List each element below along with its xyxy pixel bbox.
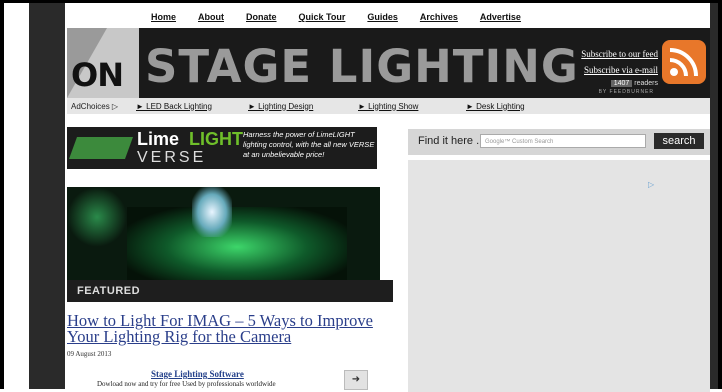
adchoices-icon[interactable]: ▷ [648,180,654,189]
ad-link-lighting-design[interactable]: ► Lighting Design [248,102,358,111]
nav-home[interactable]: Home [151,12,176,26]
nav-about[interactable]: About [198,12,224,26]
nav-donate[interactable]: Donate [246,12,277,26]
nav-guides[interactable]: Guides [367,12,398,26]
top-navigation: Home About Donate Quick Tour Guides Arch… [151,12,543,26]
reader-count: 1407 [610,80,633,87]
subscribe-feed-link[interactable]: Subscribe to our feed [581,46,658,62]
site-header: ON STAGE LIGHTING Subscribe to our feed … [67,28,710,98]
usb-device-image [68,137,134,159]
subscribe-links: Subscribe to our feed Subscribe via e-ma… [581,46,658,78]
promo-title-link[interactable]: Stage Lighting Software [151,369,244,379]
banner-brand-light: LIGHT [189,129,243,149]
promo-description: Dowload now and try for free Used by pro… [97,380,276,388]
logo-prefix[interactable]: ON [71,56,124,94]
nav-advertise[interactable]: Advertise [480,12,521,26]
featured-article-link[interactable]: How to Light For IMAG – 5 Ways to Improv… [67,312,397,345]
reader-label: readers [634,80,658,87]
rss-icon[interactable] [662,40,706,84]
site-logo[interactable]: STAGE LIGHTING [145,40,579,93]
ad-link-lighting-show[interactable]: ► Lighting Show [358,102,466,111]
window-frame-right [718,0,722,389]
limelight-banner-ad[interactable]: Lime LIGHT VERSE Harness the power of Li… [67,127,377,169]
page-background-left [29,3,65,389]
featured-image[interactable] [67,187,380,287]
search-label: Find it here .. [418,135,483,147]
nav-archives[interactable]: Archives [420,12,458,26]
search-panel: Find it here .. Google™ Custom Search se… [408,129,710,155]
feedburner-label: BY FEEDBURNER [598,89,654,95]
sidebar-ad-area: ▷ [408,160,710,392]
ad-links-bar: AdChoices ▷ ► LED Back Lighting ► Lighti… [67,98,710,114]
subscribe-email-link[interactable]: Subscribe via e-mail [581,62,658,78]
arrow-right-icon[interactable]: ➜ [344,370,368,390]
nav-quick-tour[interactable]: Quick Tour [299,12,346,26]
ad-link-led-back-lighting[interactable]: ► LED Back Lighting [136,102,248,111]
page-content: Home About Donate Quick Tour Guides Arch… [65,3,710,392]
search-button[interactable]: search [654,133,704,149]
ad-link-desk-lighting[interactable]: ► Desk Lighting [466,102,525,111]
feedburner-counter[interactable]: 1407 readers [610,80,658,87]
article-date: 09 August 2013 [67,350,112,358]
banner-tagline: Harness the power of LimeLIGHT lighting … [243,130,375,159]
banner-brand-verse: VERSE [137,149,207,166]
window-frame-left [0,0,4,389]
page-background-right [710,3,718,389]
search-input[interactable]: Google™ Custom Search [480,134,646,148]
banner-brand-lime: Lime [137,129,180,149]
featured-label: FEATURED [67,280,393,302]
adchoices-label[interactable]: AdChoices ▷ [71,102,136,111]
